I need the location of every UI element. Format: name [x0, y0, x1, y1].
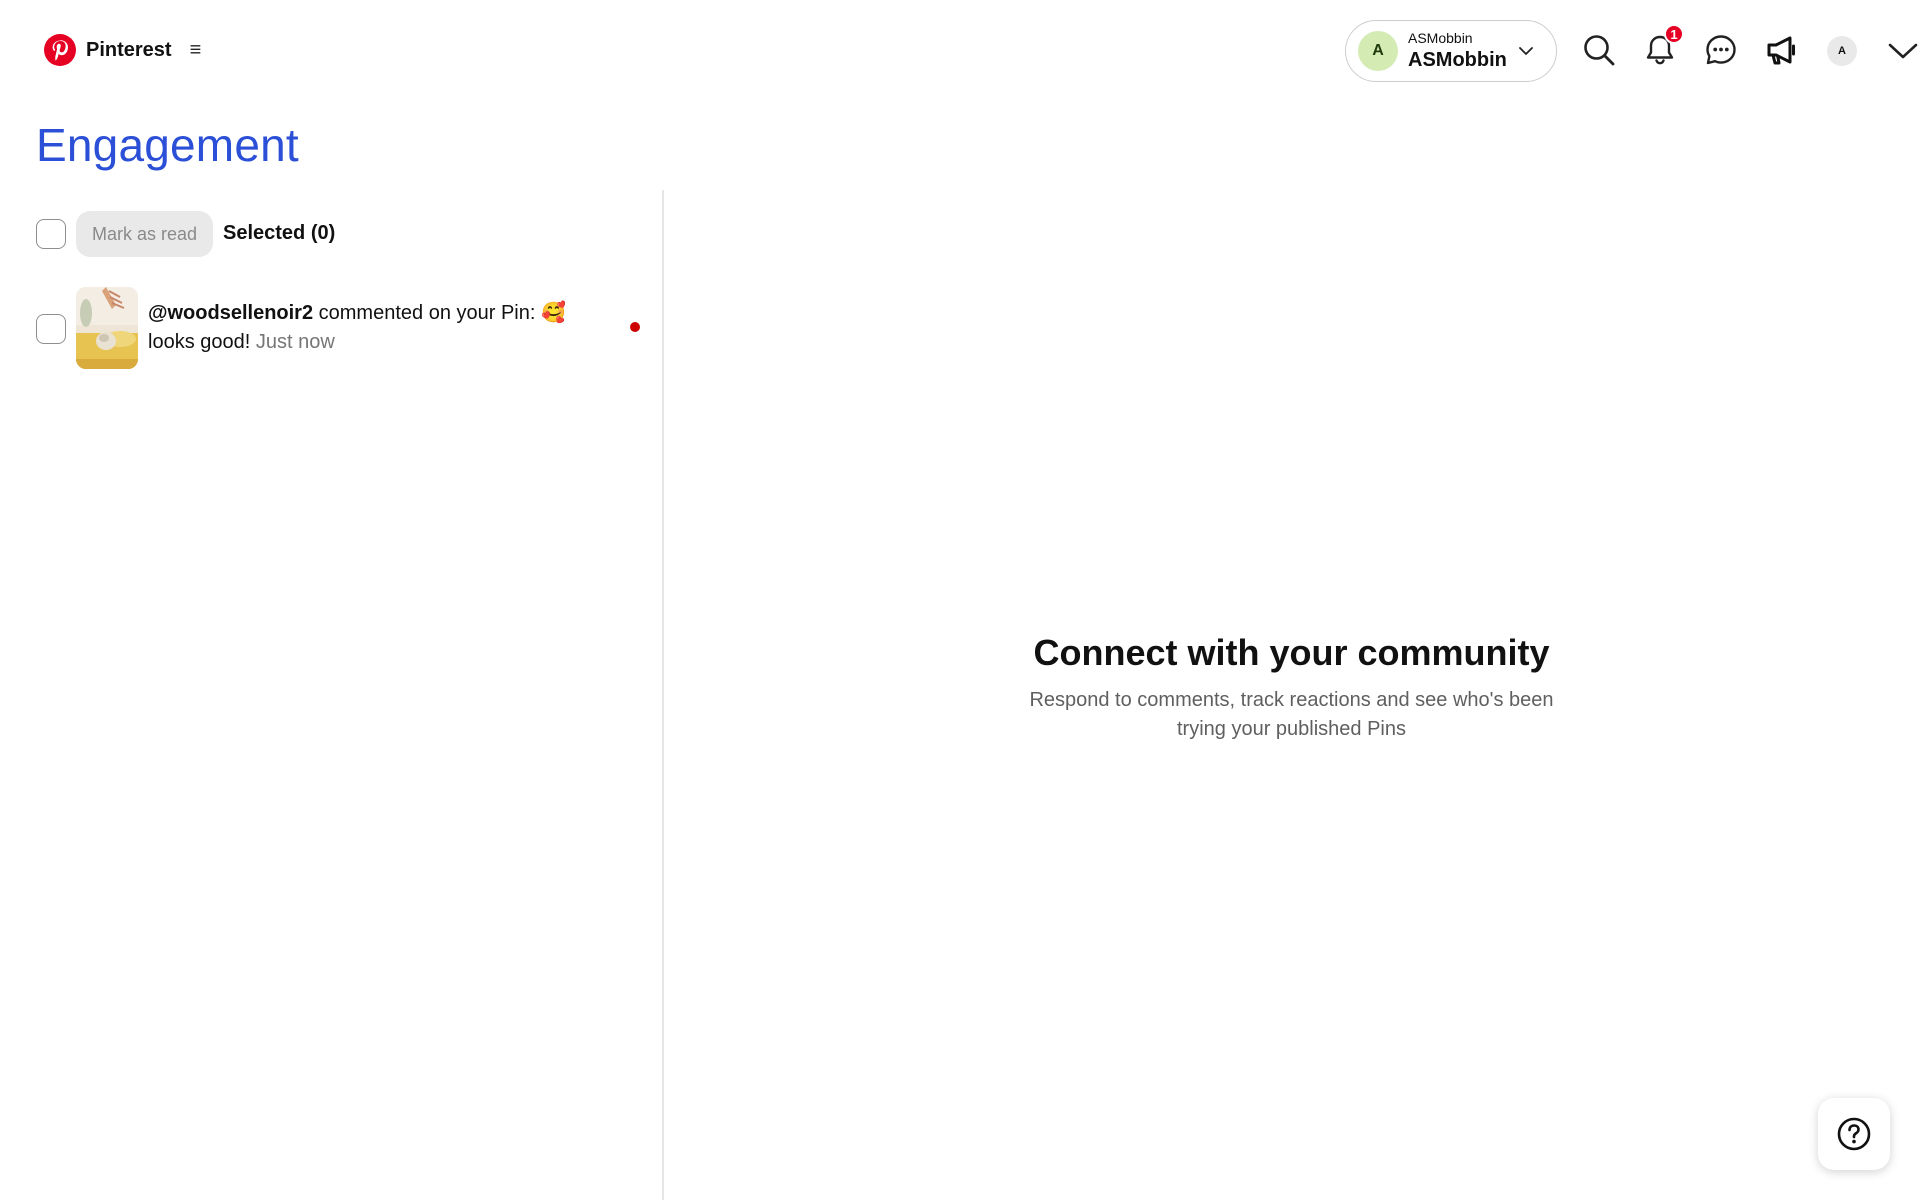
notification-username[interactable]: @woodsellenoir2 [148, 302, 313, 324]
notifications-badge: 1 [1664, 24, 1684, 44]
mark-as-read-button[interactable]: Mark as read [76, 211, 213, 257]
messages-button[interactable] [1701, 30, 1741, 70]
select-all-checkbox[interactable] [36, 219, 66, 249]
pin-thumbnail[interactable] [76, 287, 138, 369]
menu-icon[interactable]: ≡ [190, 40, 202, 60]
account-subtitle: ASMobbin [1408, 30, 1473, 47]
brand: Pinterest ≡ [44, 34, 201, 66]
megaphone-icon [1767, 36, 1795, 65]
search-button[interactable] [1579, 30, 1619, 70]
notification-time: Just now [255, 331, 335, 353]
help-button[interactable] [1818, 1098, 1890, 1170]
pin-image [76, 287, 138, 369]
account-text: ASMobbin ASMobbin [1408, 31, 1507, 71]
selected-count: Selected (0) [223, 222, 336, 244]
chevron-down-icon [1519, 47, 1533, 55]
brand-name: Pinterest [86, 38, 172, 61]
help-icon [1837, 1117, 1871, 1151]
pinterest-logo-icon[interactable] [44, 34, 76, 66]
top-header: Pinterest ≡ A ASMobbin ASMobbin 1 A [0, 0, 1920, 102]
messages-icon [1706, 35, 1736, 65]
empty-state-description: Respond to comments, track reactions and… [663, 686, 1920, 744]
announcements-button[interactable] [1762, 30, 1802, 70]
empty-state-description-line: Respond to comments, track reactions and… [1029, 689, 1554, 711]
empty-state-description-line: trying your published Pins [1176, 718, 1406, 740]
notifications-button[interactable]: 1 [1640, 24, 1684, 70]
account-avatar: A [1358, 31, 1398, 71]
search-icon [1584, 35, 1615, 66]
page-title: Engagement [36, 119, 299, 171]
notification-text: @woodsellenoir2 commented on your Pin: 🥰… [148, 299, 608, 357]
account-name: ASMobbin [1408, 48, 1507, 71]
user-avatar[interactable]: A [1827, 36, 1857, 66]
unread-indicator [630, 322, 640, 332]
notification-checkbox[interactable] [36, 314, 66, 344]
account-switcher[interactable]: A ASMobbin ASMobbin [1345, 20, 1557, 82]
empty-state-title: Connect with your community [1033, 632, 1550, 673]
account-menu-chevron-icon[interactable] [1887, 40, 1919, 62]
